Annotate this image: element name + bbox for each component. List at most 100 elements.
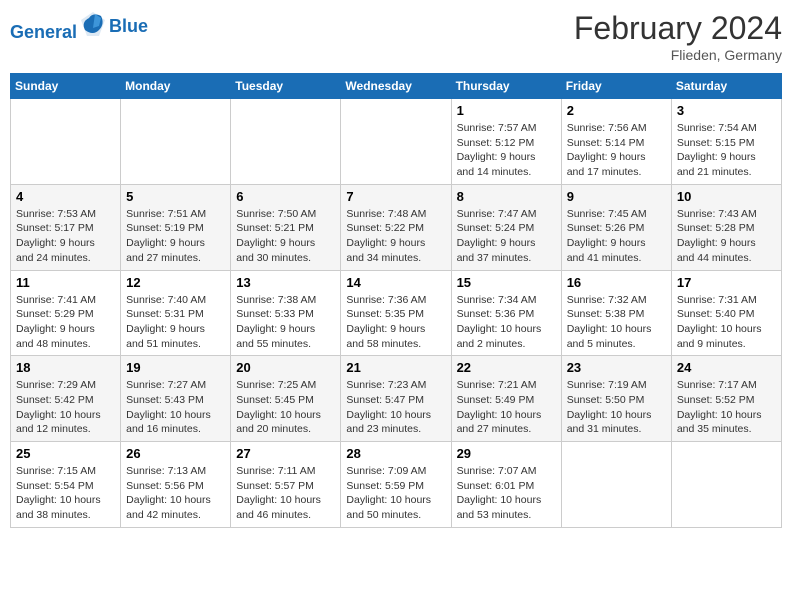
- day-number: 15: [457, 275, 556, 290]
- day-info: Sunrise: 7:34 AM Sunset: 5:36 PM Dayligh…: [457, 293, 556, 352]
- logo-text: General: [10, 10, 107, 43]
- calendar-cell: [121, 99, 231, 185]
- day-info: Sunrise: 7:54 AM Sunset: 5:15 PM Dayligh…: [677, 121, 776, 180]
- day-info: Sunrise: 7:31 AM Sunset: 5:40 PM Dayligh…: [677, 293, 776, 352]
- calendar-cell: 14Sunrise: 7:36 AM Sunset: 5:35 PM Dayli…: [341, 270, 451, 356]
- calendar-cell: 11Sunrise: 7:41 AM Sunset: 5:29 PM Dayli…: [11, 270, 121, 356]
- day-info: Sunrise: 7:53 AM Sunset: 5:17 PM Dayligh…: [16, 207, 115, 266]
- weekday-header: Wednesday: [341, 74, 451, 99]
- calendar-table: SundayMondayTuesdayWednesdayThursdayFrid…: [10, 73, 782, 528]
- calendar-cell: 28 Sunrise: 7:09 AM Sunset: 5:59 PM Dayli…: [341, 442, 451, 528]
- logo-text2: Blue: [109, 17, 148, 37]
- day-number: 5: [126, 189, 225, 204]
- day-info: Sunrise: 7:21 AM Sunset: 5:49 PM Dayligh…: [457, 378, 556, 437]
- weekday-header: Sunday: [11, 74, 121, 99]
- calendar-cell: 16 Sunrise: 7:32 AM Sunset: 5:38 PM Dayli…: [561, 270, 671, 356]
- day-info: Sunrise: 7:09 AM Sunset: 5:59 PM Dayligh…: [346, 464, 445, 523]
- day-info: Sunrise: 7:32 AM Sunset: 5:38 PM Dayligh…: [567, 293, 666, 352]
- logo-icon: [79, 10, 107, 38]
- day-info: Sunrise: 7:41 AM Sunset: 5:29 PM Dayligh…: [16, 293, 115, 352]
- day-number: 26: [126, 446, 225, 461]
- calendar-cell: 19 Sunrise: 7:27 AM Sunset: 5:43 PM Dayli…: [121, 356, 231, 442]
- main-title: February 2024: [574, 10, 782, 47]
- day-info: Sunrise: 7:48 AM Sunset: 5:22 PM Dayligh…: [346, 207, 445, 266]
- day-number: 13: [236, 275, 335, 290]
- day-number: 6: [236, 189, 335, 204]
- day-info: Sunrise: 7:13 AM Sunset: 5:56 PM Dayligh…: [126, 464, 225, 523]
- day-info: Sunrise: 7:50 AM Sunset: 5:21 PM Dayligh…: [236, 207, 335, 266]
- day-info: Sunrise: 7:40 AM Sunset: 5:31 PM Dayligh…: [126, 293, 225, 352]
- day-number: 4: [16, 189, 115, 204]
- day-number: 28: [346, 446, 445, 461]
- calendar-cell: [231, 99, 341, 185]
- calendar-cell: 6 Sunrise: 7:50 AM Sunset: 5:21 PM Daylig…: [231, 184, 341, 270]
- calendar-cell: [11, 99, 121, 185]
- calendar-cell: 1 Sunrise: 7:57 AM Sunset: 5:12 PM Daylig…: [451, 99, 561, 185]
- day-number: 27: [236, 446, 335, 461]
- calendar-cell: 8 Sunrise: 7:47 AM Sunset: 5:24 PM Daylig…: [451, 184, 561, 270]
- calendar-cell: 27 Sunrise: 7:11 AM Sunset: 5:57 PM Dayli…: [231, 442, 341, 528]
- day-info: Sunrise: 7:17 AM Sunset: 5:52 PM Dayligh…: [677, 378, 776, 437]
- day-info: Sunrise: 7:19 AM Sunset: 5:50 PM Dayligh…: [567, 378, 666, 437]
- calendar-cell: 22 Sunrise: 7:21 AM Sunset: 5:49 PM Dayli…: [451, 356, 561, 442]
- calendar-cell: 29Sunrise: 7:07 AM Sunset: 6:01 PM Dayli…: [451, 442, 561, 528]
- day-info: Sunrise: 7:27 AM Sunset: 5:43 PM Dayligh…: [126, 378, 225, 437]
- weekday-header: Thursday: [451, 74, 561, 99]
- page-header: General Blue February 2024 Flieden, Germ…: [10, 10, 782, 63]
- day-number: 9: [567, 189, 666, 204]
- weekday-header: Friday: [561, 74, 671, 99]
- day-number: 17: [677, 275, 776, 290]
- day-info: Sunrise: 7:23 AM Sunset: 5:47 PM Dayligh…: [346, 378, 445, 437]
- day-number: 23: [567, 360, 666, 375]
- day-info: Sunrise: 7:07 AM Sunset: 6:01 PM Dayligh…: [457, 464, 556, 523]
- day-number: 20: [236, 360, 335, 375]
- calendar-cell: 26 Sunrise: 7:13 AM Sunset: 5:56 PM Dayli…: [121, 442, 231, 528]
- day-number: 2: [567, 103, 666, 118]
- day-info: Sunrise: 7:25 AM Sunset: 5:45 PM Dayligh…: [236, 378, 335, 437]
- day-number: 18: [16, 360, 115, 375]
- day-info: Sunrise: 7:38 AM Sunset: 5:33 PM Dayligh…: [236, 293, 335, 352]
- calendar-cell: 12 Sunrise: 7:40 AM Sunset: 5:31 PM Dayli…: [121, 270, 231, 356]
- day-info: Sunrise: 7:43 AM Sunset: 5:28 PM Dayligh…: [677, 207, 776, 266]
- day-number: 21: [346, 360, 445, 375]
- calendar-cell: 4 Sunrise: 7:53 AM Sunset: 5:17 PM Daylig…: [11, 184, 121, 270]
- day-info: Sunrise: 7:45 AM Sunset: 5:26 PM Dayligh…: [567, 207, 666, 266]
- day-info: Sunrise: 7:47 AM Sunset: 5:24 PM Dayligh…: [457, 207, 556, 266]
- day-info: Sunrise: 7:11 AM Sunset: 5:57 PM Dayligh…: [236, 464, 335, 523]
- title-block: February 2024 Flieden, Germany: [574, 10, 782, 63]
- calendar-cell: 5 Sunrise: 7:51 AM Sunset: 5:19 PM Daylig…: [121, 184, 231, 270]
- day-info: Sunrise: 7:15 AM Sunset: 5:54 PM Dayligh…: [16, 464, 115, 523]
- day-info: Sunrise: 7:57 AM Sunset: 5:12 PM Dayligh…: [457, 121, 556, 180]
- calendar-cell: 9 Sunrise: 7:45 AM Sunset: 5:26 PM Daylig…: [561, 184, 671, 270]
- calendar-cell: 13 Sunrise: 7:38 AM Sunset: 5:33 PM Dayli…: [231, 270, 341, 356]
- calendar-cell: 17 Sunrise: 7:31 AM Sunset: 5:40 PM Dayli…: [671, 270, 781, 356]
- day-number: 12: [126, 275, 225, 290]
- day-number: 25: [16, 446, 115, 461]
- calendar-cell: 25 Sunrise: 7:15 AM Sunset: 5:54 PM Dayli…: [11, 442, 121, 528]
- day-info: Sunrise: 7:51 AM Sunset: 5:19 PM Dayligh…: [126, 207, 225, 266]
- calendar-cell: [341, 99, 451, 185]
- weekday-header: Tuesday: [231, 74, 341, 99]
- calendar-cell: [671, 442, 781, 528]
- day-number: 16: [567, 275, 666, 290]
- logo: General Blue: [10, 10, 148, 43]
- calendar-cell: 10Sunrise: 7:43 AM Sunset: 5:28 PM Dayli…: [671, 184, 781, 270]
- day-number: 7: [346, 189, 445, 204]
- calendar-cell: [561, 442, 671, 528]
- calendar-cell: 2Sunrise: 7:56 AM Sunset: 5:14 PM Daylig…: [561, 99, 671, 185]
- weekday-header: Saturday: [671, 74, 781, 99]
- day-info: Sunrise: 7:29 AM Sunset: 5:42 PM Dayligh…: [16, 378, 115, 437]
- calendar-cell: 7 Sunrise: 7:48 AM Sunset: 5:22 PM Daylig…: [341, 184, 451, 270]
- day-number: 1: [457, 103, 556, 118]
- calendar-cell: 3 Sunrise: 7:54 AM Sunset: 5:15 PM Daylig…: [671, 99, 781, 185]
- location-subtitle: Flieden, Germany: [574, 47, 782, 63]
- day-number: 8: [457, 189, 556, 204]
- day-number: 3: [677, 103, 776, 118]
- calendar-cell: 18 Sunrise: 7:29 AM Sunset: 5:42 PM Dayli…: [11, 356, 121, 442]
- day-number: 19: [126, 360, 225, 375]
- calendar-cell: 21 Sunrise: 7:23 AM Sunset: 5:47 PM Dayli…: [341, 356, 451, 442]
- day-number: 22: [457, 360, 556, 375]
- day-info: Sunrise: 7:36 AM Sunset: 5:35 PM Dayligh…: [346, 293, 445, 352]
- weekday-header: Monday: [121, 74, 231, 99]
- calendar-cell: 24Sunrise: 7:17 AM Sunset: 5:52 PM Dayli…: [671, 356, 781, 442]
